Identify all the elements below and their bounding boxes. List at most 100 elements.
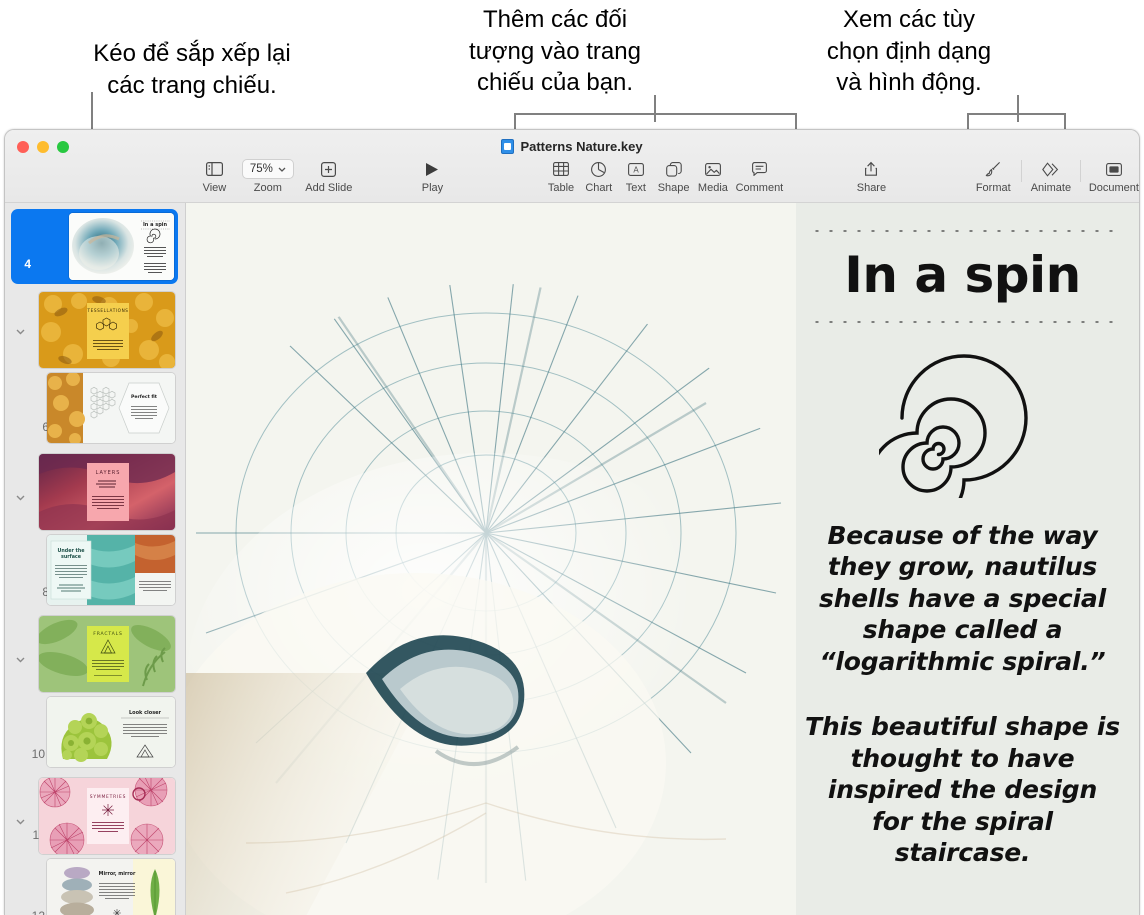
svg-text:In a spin: In a spin bbox=[143, 222, 168, 228]
callout-reorder-slides: Kéo để sắp xếp lại các trang chiếu. bbox=[52, 38, 332, 101]
nautilus-shell-photo[interactable] bbox=[186, 203, 796, 915]
document-title: Patterns Nature.key bbox=[5, 139, 1139, 154]
slide-text-column[interactable]: In a spin Because of the way they grow, … bbox=[786, 203, 1139, 915]
toolbar-add-slide-label: Add Slide bbox=[305, 182, 352, 194]
slide-thumbnail[interactable]: Perfect fit bbox=[47, 373, 175, 443]
logarithmic-spiral-icon[interactable] bbox=[804, 348, 1121, 498]
toolbar-document-button[interactable]: Document bbox=[1089, 156, 1139, 194]
svg-text:FRACTALS: FRACTALS bbox=[93, 631, 122, 637]
zoom-value: 75% bbox=[250, 163, 273, 175]
slide-number: 6 bbox=[27, 420, 49, 434]
list-item[interactable]: 10 L bbox=[5, 695, 185, 776]
sidebar-icon bbox=[206, 159, 223, 179]
keynote-document-icon bbox=[501, 139, 514, 154]
share-icon bbox=[864, 159, 878, 179]
list-item[interactable]: 6 bbox=[5, 371, 185, 452]
list-item[interactable]: 12 bbox=[5, 857, 185, 915]
table-icon bbox=[553, 159, 569, 179]
list-item[interactable]: 7 LAYERS bbox=[5, 452, 185, 533]
slide-paragraph-1[interactable]: Because of the way they grow, nautilus s… bbox=[804, 520, 1121, 678]
pie-chart-icon bbox=[591, 159, 606, 179]
list-item[interactable]: 4 bbox=[5, 209, 185, 290]
slide-thumbnail[interactable]: TESSELLATIONS bbox=[39, 292, 175, 368]
slide-6-preview: Perfect fit bbox=[47, 373, 175, 443]
window-titlebar: Patterns Nature.key View bbox=[5, 130, 1139, 203]
slide-navigator[interactable]: 4 bbox=[5, 203, 186, 915]
toolbar-comment-label: Comment bbox=[736, 182, 784, 194]
slide-12-preview: Mirror, mirror bbox=[47, 859, 175, 915]
document-title-text: Patterns Nature.key bbox=[520, 139, 642, 154]
slide-number: 12 bbox=[23, 909, 45, 915]
chevron-down-icon[interactable] bbox=[15, 326, 26, 337]
slide-thumbnail-selected[interactable]: 4 bbox=[11, 209, 178, 284]
slide-4-preview: In a spin bbox=[69, 213, 174, 280]
svg-text:surface: surface bbox=[61, 554, 82, 560]
toolbar-zoom-label: Zoom bbox=[254, 182, 282, 194]
slide-thumbnail[interactable]: Mirror, mirror bbox=[47, 859, 175, 915]
slide-9-preview: FRACTALS bbox=[39, 616, 175, 692]
list-item[interactable]: 11 bbox=[5, 776, 185, 857]
slide-thumbnail[interactable]: Look closer bbox=[47, 697, 175, 767]
list-item[interactable]: 9 bbox=[5, 614, 185, 695]
slide-thumbnail[interactable]: Under the surface bbox=[47, 535, 175, 605]
list-item[interactable]: 5 bbox=[5, 290, 185, 371]
toolbar-zoom-control[interactable]: 75% Zoom bbox=[242, 156, 294, 194]
slide-number: 10 bbox=[23, 747, 45, 761]
toolbar-text-button[interactable]: A Text bbox=[621, 156, 651, 194]
toolbar-play-button[interactable]: Play bbox=[416, 156, 449, 194]
toolbar-animate-button[interactable]: Animate bbox=[1030, 156, 1072, 194]
toolbar-shape-button[interactable]: Shape bbox=[657, 156, 690, 194]
keynote-window: Patterns Nature.key View bbox=[4, 129, 1140, 915]
slide-thumbnail[interactable]: FRACTALS bbox=[39, 616, 175, 692]
list-item[interactable]: 8 bbox=[5, 533, 185, 614]
svg-text:LAYERS: LAYERS bbox=[96, 470, 121, 476]
slide-number: 4 bbox=[9, 257, 31, 271]
zoom-select[interactable]: 75% bbox=[242, 159, 294, 179]
document-icon bbox=[1106, 159, 1122, 179]
photo-icon bbox=[705, 159, 721, 179]
shape-icon bbox=[666, 159, 682, 179]
svg-text:Under the: Under the bbox=[58, 548, 86, 554]
toolbar-comment-button[interactable]: Comment bbox=[736, 156, 784, 194]
slide-thumbnail[interactable]: LAYERS bbox=[39, 454, 175, 530]
chevron-down-icon[interactable] bbox=[15, 816, 26, 827]
comment-icon bbox=[752, 159, 767, 179]
toolbar-shape-label: Shape bbox=[658, 182, 690, 194]
toolbar-divider bbox=[1021, 160, 1022, 182]
svg-text:Look closer: Look closer bbox=[129, 710, 162, 716]
slide-5-preview: TESSELLATIONS bbox=[39, 292, 175, 368]
slide-thumbnail[interactable]: SYMMETRIES bbox=[39, 778, 175, 854]
toolbar-table-label: Table bbox=[548, 182, 574, 194]
toolbar-share-button[interactable]: Share bbox=[853, 156, 889, 194]
slide-11-preview: SYMMETRIES bbox=[39, 778, 175, 854]
paintbrush-icon bbox=[985, 159, 1001, 179]
text-box-icon: A bbox=[628, 159, 644, 179]
slide-thumbnail-image[interactable]: In a spin bbox=[69, 213, 174, 280]
toolbar-format-button[interactable]: Format bbox=[974, 156, 1013, 194]
toolbar-view-button[interactable]: View bbox=[197, 156, 232, 194]
toolbar-chart-button[interactable]: Chart bbox=[583, 156, 615, 194]
toolbar-format-label: Format bbox=[976, 182, 1011, 194]
toolbar-add-slide-button[interactable]: Add Slide bbox=[304, 156, 354, 194]
toolbar-document-label: Document bbox=[1089, 182, 1139, 194]
slide-10-preview: Look closer bbox=[47, 697, 175, 767]
svg-text:A: A bbox=[633, 165, 639, 174]
svg-text:TESSELLATIONS: TESSELLATIONS bbox=[86, 308, 128, 313]
chevron-down-icon[interactable] bbox=[15, 492, 26, 503]
toolbar-divider-2 bbox=[1080, 160, 1081, 182]
toolbar: View 75% Zoom Add bbox=[5, 156, 1139, 203]
svg-text:SYMMETRIES: SYMMETRIES bbox=[90, 794, 126, 800]
play-icon bbox=[425, 159, 439, 179]
toolbar-play-label: Play bbox=[422, 182, 443, 194]
dotted-rule-top bbox=[810, 229, 1115, 233]
toolbar-share-label: Share bbox=[857, 182, 886, 194]
toolbar-table-button[interactable]: Table bbox=[545, 156, 577, 194]
toolbar-media-button[interactable]: Media bbox=[696, 156, 729, 194]
slide-paragraph-2[interactable]: This beautiful shape is thought to have … bbox=[804, 711, 1121, 869]
toolbar-text-label: Text bbox=[626, 182, 646, 194]
slide-canvas[interactable]: In a spin Because of the way they grow, … bbox=[186, 203, 1139, 915]
slide-title[interactable]: In a spin bbox=[804, 249, 1121, 302]
chevron-down-icon bbox=[278, 167, 286, 172]
chevron-down-icon[interactable] bbox=[15, 654, 26, 665]
svg-text:Mirror, mirror: Mirror, mirror bbox=[99, 871, 136, 877]
